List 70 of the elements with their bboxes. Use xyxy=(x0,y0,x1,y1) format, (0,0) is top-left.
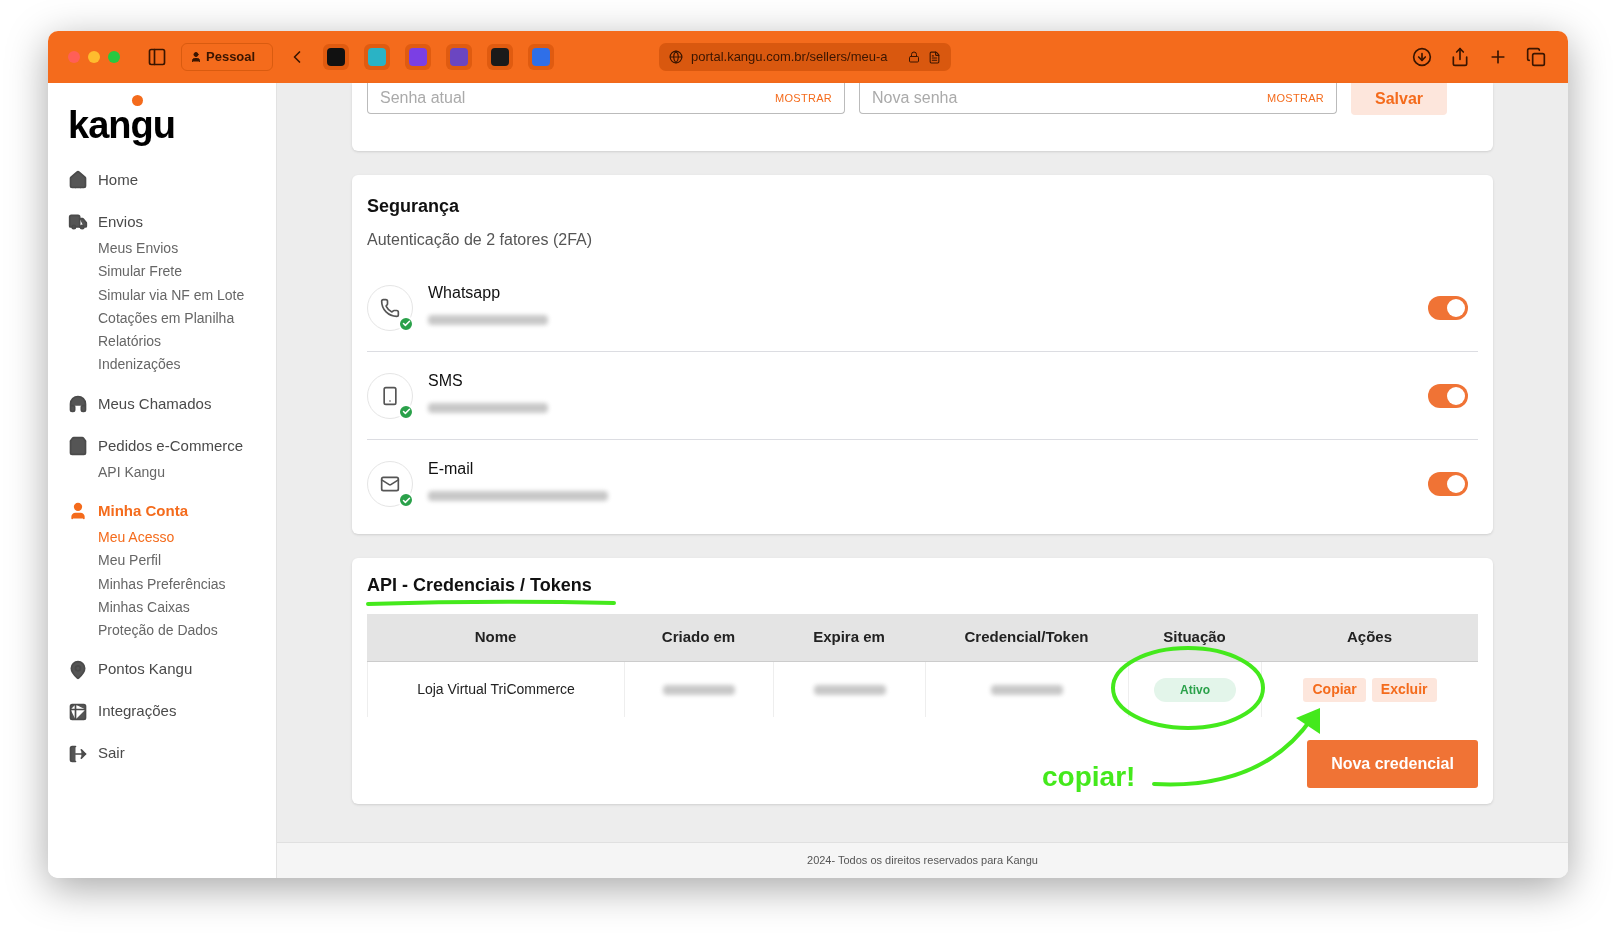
show-password-button[interactable]: MOSTRAR xyxy=(1267,89,1324,107)
tab-favicon-icon[interactable] xyxy=(487,44,513,70)
method-icon xyxy=(380,297,400,318)
password-field[interactable]: Nova senha MOSTRAR xyxy=(859,83,1337,114)
nav-subitem[interactable]: Simular Frete xyxy=(68,260,276,284)
nav-item[interactable]: Home xyxy=(68,165,276,195)
nav-icon xyxy=(68,170,88,190)
profile-button[interactable]: Pessoal xyxy=(181,43,273,71)
nav-icon xyxy=(68,212,88,232)
url-text: portal.kangu.com.br/sellers/meu-a xyxy=(691,48,888,67)
nav-item[interactable]: Pontos Kangu xyxy=(68,654,276,685)
section-title: API - Credenciais / Tokens xyxy=(367,574,592,596)
sidebar-icon[interactable] xyxy=(147,47,167,67)
toggle-switch[interactable] xyxy=(1428,295,1468,320)
nav-subitem[interactable]: Simular via NF em Lote xyxy=(68,283,276,307)
section-subtitle: Autenticação de 2 fatores (2FA) xyxy=(367,230,593,250)
nav-icon xyxy=(68,393,88,414)
nav-icon xyxy=(68,435,88,456)
method-name: SMS xyxy=(428,370,464,391)
nav-subitem[interactable]: Minhas Caixas xyxy=(68,595,276,620)
column-header: Expira em xyxy=(812,627,886,648)
nav-item[interactable]: Pedidos e-Commerce xyxy=(68,430,276,461)
column-header: Credencial/Token xyxy=(963,627,1090,648)
logo-mark-icon xyxy=(132,95,143,106)
column-header: Situação xyxy=(1162,627,1227,648)
address-bar[interactable]: portal.kangu.com.br/sellers/meu-a xyxy=(659,43,951,71)
tabs-overview-icon[interactable] xyxy=(1526,47,1546,67)
nav-subitem[interactable]: Meus Envios xyxy=(68,237,276,261)
table-cell: Loja Virtual TriCommerce xyxy=(368,662,625,717)
nav-item[interactable]: Integrações xyxy=(68,696,276,727)
annotation-text: copiar! xyxy=(1042,760,1136,794)
nav-icon xyxy=(68,701,88,722)
redacted-value xyxy=(991,684,1063,695)
minimize-window-icon[interactable] xyxy=(88,51,100,63)
nav-icon xyxy=(68,659,88,680)
nav-item[interactable]: Meus Chamados xyxy=(68,388,276,419)
redacted-value xyxy=(663,684,735,695)
section-title: Segurança xyxy=(367,195,461,218)
toggle-switch[interactable] xyxy=(1428,383,1468,408)
column-header: Ações xyxy=(1346,627,1393,648)
nav-subitem[interactable]: Meu Perfil xyxy=(68,549,276,573)
nav-subitem[interactable]: Minhas Preferências xyxy=(68,572,276,596)
nav-subitem[interactable]: Indenizações xyxy=(68,353,276,377)
show-password-button[interactable]: MOSTRAR xyxy=(775,89,832,107)
nav-subitem[interactable]: API Kangu xyxy=(68,460,276,485)
nav-item[interactable]: Sair xyxy=(68,738,276,769)
nav-item[interactable]: Envios xyxy=(68,207,276,237)
person-icon xyxy=(190,51,202,63)
lock-icon xyxy=(908,51,920,63)
nav-icon xyxy=(68,501,88,522)
method-icon xyxy=(380,474,400,494)
nav-subitem[interactable]: Proteção de Dados xyxy=(68,619,276,643)
status-badge: Ativo xyxy=(1154,677,1236,702)
download-icon[interactable] xyxy=(1412,47,1432,67)
password-field[interactable]: Senha atual MOSTRAR xyxy=(367,83,845,114)
method-icon xyxy=(380,385,400,406)
nav-subitem[interactable]: Cotações em Planilha xyxy=(68,306,276,331)
method-name: E-mail xyxy=(428,459,475,479)
toggle-switch[interactable] xyxy=(1428,472,1468,496)
method-name: Whatsapp xyxy=(428,282,502,303)
footer: 2024- Todos os direitos reservados para Kangu xyxy=(277,842,1568,878)
globe-icon xyxy=(669,50,683,64)
reader-icon[interactable] xyxy=(928,50,941,64)
tab-favicon-icon[interactable] xyxy=(323,44,349,70)
nav-icon xyxy=(68,743,88,764)
share-icon[interactable] xyxy=(1450,47,1470,67)
column-header: Nome xyxy=(473,627,518,648)
nav-subitem[interactable]: Meu Acesso xyxy=(68,526,276,550)
nav-subitem[interactable]: Relatórios xyxy=(68,330,276,354)
column-header: Criado em xyxy=(660,627,737,648)
